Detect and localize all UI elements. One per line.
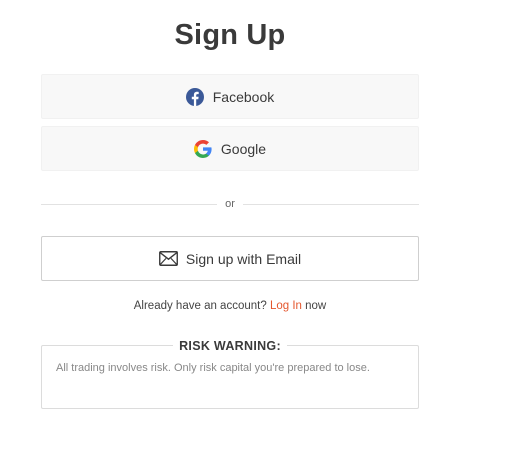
facebook-button-label: Facebook: [212, 88, 275, 105]
login-prompt: Already have an account? Log In now: [41, 300, 419, 312]
signup-page: Sign Up Facebook Google or Sign up with …: [0, 0, 513, 452]
facebook-signup-button[interactable]: Facebook: [41, 74, 419, 119]
google-button-label: Google: [220, 140, 267, 157]
divider-line-left: [41, 203, 218, 205]
google-signup-button[interactable]: Google: [41, 126, 419, 171]
google-icon: [193, 139, 212, 158]
risk-warning-heading-wrap: RISK WARNING:: [0, 337, 460, 355]
page-title: Sign Up: [174, 19, 286, 51]
divider-line-right: [242, 203, 419, 205]
login-link[interactable]: Log In: [270, 300, 302, 312]
facebook-icon: [185, 87, 204, 106]
email-button-label: Sign up with Email: [185, 250, 302, 267]
envelope-icon: [158, 251, 178, 266]
email-signup-button[interactable]: Sign up with Email: [41, 236, 419, 281]
or-divider: or: [41, 196, 419, 212]
login-prompt-text: Already have an account?: [133, 300, 267, 312]
login-prompt-suffix: now: [305, 300, 327, 312]
risk-warning-heading: RISK WARNING:: [173, 339, 287, 353]
divider-text: or: [225, 198, 235, 210]
risk-warning-text: All trading involves risk. Only risk cap…: [56, 362, 370, 374]
